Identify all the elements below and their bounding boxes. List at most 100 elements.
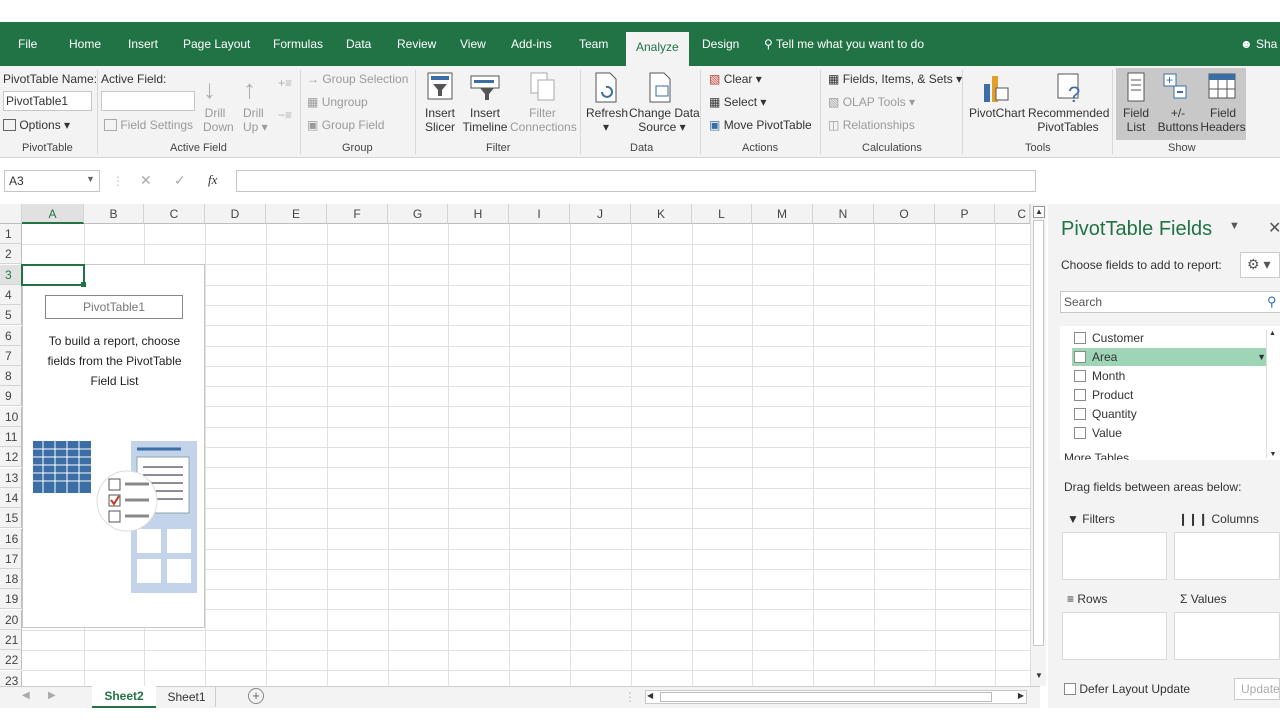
- insert-timeline-button[interactable]: Insert Timeline: [462, 106, 508, 134]
- field-headers-button[interactable]: Field Headers: [1200, 106, 1246, 134]
- tell-me-box[interactable]: ⚲ Tell me what you want to do: [764, 34, 924, 54]
- checkbox[interactable]: [1074, 408, 1086, 420]
- filters-drop-area[interactable]: [1062, 532, 1167, 580]
- expand-field-icon[interactable]: +≡: [278, 76, 292, 90]
- checkbox[interactable]: [1074, 332, 1086, 344]
- drill-up-button[interactable]: Drill Up ▾: [243, 106, 273, 134]
- column-header[interactable]: M: [752, 204, 813, 224]
- buttons-toggle[interactable]: +/- Buttons: [1157, 106, 1199, 134]
- search-icon[interactable]: ⚲: [1267, 294, 1277, 310]
- search-input[interactable]: Search: [1060, 291, 1280, 313]
- field-list-button[interactable]: Field List: [1121, 106, 1151, 134]
- more-tables-link[interactable]: More Tables...: [1064, 451, 1139, 460]
- column-header[interactable]: C: [144, 204, 205, 224]
- horizontal-scrollbar[interactable]: ◀ ▶: [645, 690, 1027, 704]
- checkbox[interactable]: [1074, 370, 1086, 382]
- scroll-left-icon[interactable]: ◀: [647, 691, 653, 700]
- column-header[interactable]: L: [692, 204, 752, 224]
- chevron-down-icon[interactable]: ▼: [86, 174, 95, 184]
- insert-function-icon[interactable]: fx: [208, 172, 217, 188]
- column-header[interactable]: B: [84, 204, 144, 224]
- tab-team[interactable]: Team: [579, 34, 608, 54]
- column-header[interactable]: F: [327, 204, 388, 224]
- column-header[interactable]: J: [570, 204, 631, 224]
- field-item-customer[interactable]: Customer: [1072, 329, 1278, 347]
- tab-file[interactable]: File: [18, 34, 37, 54]
- tab-analyze[interactable]: Analyze: [626, 32, 689, 66]
- group-field-button[interactable]: ▣ Group Field: [307, 118, 384, 132]
- filter-connections-button[interactable]: Filter Connections: [510, 106, 577, 134]
- update-button[interactable]: Update: [1234, 678, 1280, 700]
- options-button[interactable]: Options ▾: [3, 118, 70, 132]
- tab-formulas[interactable]: Formulas: [273, 34, 323, 54]
- column-header[interactable]: I: [509, 204, 570, 224]
- column-header[interactable]: C: [995, 204, 1030, 224]
- select-button[interactable]: ▦ Select ▾: [709, 95, 766, 109]
- enter-icon[interactable]: ✓: [174, 172, 186, 189]
- checkbox[interactable]: [1074, 389, 1086, 401]
- column-header[interactable]: G: [388, 204, 448, 224]
- checkbox[interactable]: [1074, 351, 1086, 363]
- row-header[interactable]: 5: [0, 305, 22, 326]
- column-header[interactable]: O: [874, 204, 935, 224]
- tab-home[interactable]: Home: [69, 34, 101, 54]
- checkbox[interactable]: [1064, 683, 1076, 695]
- row-header[interactable]: 15: [0, 508, 22, 529]
- drill-down-button[interactable]: Drill Down: [203, 106, 234, 134]
- row-header[interactable]: 1: [0, 224, 22, 244]
- tab-review[interactable]: Review: [397, 34, 436, 54]
- row-header[interactable]: 12: [0, 447, 22, 468]
- scroll-up-icon[interactable]: ▲: [1033, 206, 1045, 218]
- row-header[interactable]: 10: [0, 406, 22, 427]
- horizontal-scroll-thumb[interactable]: [660, 692, 992, 702]
- defer-layout-checkbox[interactable]: Defer Layout Update: [1064, 682, 1190, 696]
- move-pivottable-button[interactable]: ▣ Move PivotTable: [709, 118, 812, 132]
- columns-drop-area[interactable]: [1174, 532, 1280, 580]
- formula-input[interactable]: [236, 170, 1036, 192]
- pivottable-name-input[interactable]: PivotTable1: [3, 91, 92, 111]
- scroll-down-icon[interactable]: ▼: [1033, 670, 1045, 682]
- cancel-icon[interactable]: ✕: [140, 172, 152, 189]
- row-header[interactable]: 20: [0, 609, 22, 630]
- sheet-tab-active[interactable]: Sheet2: [92, 686, 156, 708]
- field-list-scrollbar[interactable]: ▲ ▼: [1266, 330, 1278, 458]
- row-header[interactable]: 19: [0, 589, 22, 610]
- gear-icon[interactable]: ⚙ ▾: [1240, 252, 1280, 278]
- change-data-source-button[interactable]: Change Data Source ▾: [629, 106, 700, 134]
- tab-data[interactable]: Data: [346, 34, 371, 54]
- ungroup-button[interactable]: ▦ Ungroup: [307, 95, 368, 109]
- scroll-right-icon[interactable]: ▶: [48, 690, 56, 701]
- scroll-down-icon[interactable]: ▼: [1267, 451, 1279, 458]
- tab-add-ins[interactable]: Add-ins: [511, 34, 552, 54]
- tab-design[interactable]: Design: [702, 34, 739, 54]
- scroll-left-icon[interactable]: ◀: [22, 690, 30, 701]
- fill-handle[interactable]: [81, 282, 86, 287]
- row-header[interactable]: 14: [0, 487, 22, 508]
- column-header[interactable]: H: [448, 204, 509, 224]
- row-header[interactable]: 4: [0, 284, 22, 305]
- row-header[interactable]: 16: [0, 528, 22, 549]
- row-header[interactable]: 6: [0, 325, 22, 346]
- relationships-button[interactable]: ◫ Relationships: [828, 118, 915, 132]
- scroll-up-icon[interactable]: ▲: [1267, 330, 1278, 337]
- row-header[interactable]: 23: [0, 670, 22, 686]
- select-all-corner[interactable]: [0, 204, 22, 224]
- close-icon[interactable]: ✕: [1268, 218, 1280, 238]
- column-header[interactable]: N: [813, 204, 874, 224]
- field-item-area[interactable]: Area ▼: [1072, 348, 1278, 366]
- pivottable-placeholder[interactable]: PivotTable1 To build a report, choose fi…: [22, 264, 205, 628]
- scroll-right-icon[interactable]: ▶: [1018, 691, 1024, 700]
- row-header[interactable]: 9: [0, 386, 22, 407]
- tab-page-layout[interactable]: Page Layout: [183, 34, 250, 54]
- row-header[interactable]: 22: [0, 650, 22, 671]
- chevron-down-icon[interactable]: ▼: [1229, 220, 1240, 232]
- group-selection-button[interactable]: → Group Selection: [307, 72, 408, 86]
- row-header[interactable]: 3: [0, 264, 22, 285]
- column-header[interactable]: E: [266, 204, 327, 224]
- refresh-button[interactable]: Refresh ▾: [586, 106, 628, 134]
- field-item-value[interactable]: Value: [1072, 424, 1278, 442]
- add-sheet-icon[interactable]: +: [248, 688, 264, 704]
- field-settings-button[interactable]: Field Settings: [104, 118, 193, 132]
- olap-tools-button[interactable]: ▧ OLAP Tools ▾: [828, 95, 915, 109]
- chevron-down-icon[interactable]: ▼: [1257, 348, 1266, 366]
